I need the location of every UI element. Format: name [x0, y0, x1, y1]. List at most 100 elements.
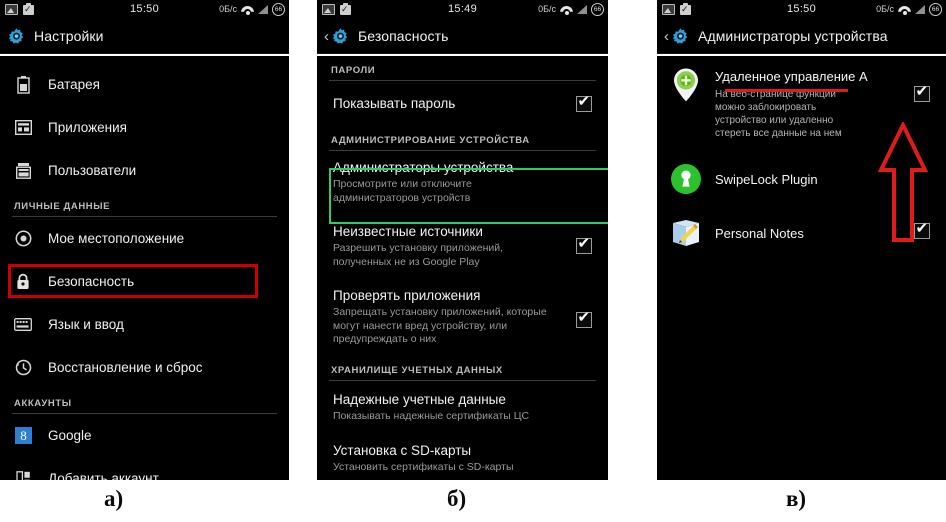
signal-icon: [577, 5, 587, 14]
section-header-credentials: ХРАНИЛИЩЕ УЧЕТНЫХ ДАННЫХ: [331, 364, 503, 376]
sidebar-item-label: Пользователи: [48, 163, 137, 178]
admin-row-title: SwipeLock Plugin: [715, 171, 818, 187]
page-title: Настройки: [34, 28, 104, 44]
notes-pencil-icon: [669, 216, 703, 250]
sidebar-item-apps[interactable]: Приложения: [0, 106, 289, 149]
sidebar-item-label: Безопасность: [48, 274, 135, 289]
sidebar-item-label: Приложения: [48, 120, 127, 135]
admin-row-swipelock[interactable]: SwipeLock Plugin: [657, 148, 946, 204]
section-header-personal: ЛИЧНЫЕ ДАННЫЕ: [14, 201, 111, 212]
action-bar-b: ‹ Безопасность: [317, 19, 608, 54]
remote-control-underline: [725, 89, 848, 92]
remote-control-checkbox[interactable]: [914, 84, 930, 102]
row-title: Установка с SD-карты: [333, 443, 472, 458]
sidebar-item-add-account[interactable]: Добавить аккаунт: [0, 457, 289, 480]
row-subtitle: Установить сертификаты с SD-карты: [333, 461, 514, 473]
battery-icon: 66: [929, 3, 942, 16]
row-trusted-credentials[interactable]: Надежные учетные данные Показывать надеж…: [317, 381, 608, 433]
status-bar-right-icons: 0Б/c 66: [219, 0, 285, 19]
svg-text:8: 8: [20, 428, 27, 443]
sidebar-item-users[interactable]: Пользователи: [0, 149, 289, 192]
admin-row-text: SwipeLock Plugin: [715, 171, 818, 188]
wifi-icon: [898, 5, 911, 15]
row-title: Показывать пароль: [333, 96, 456, 111]
admin-row-title: Personal Notes: [715, 225, 804, 241]
sidebar-item-language-input[interactable]: Язык и ввод: [0, 303, 289, 346]
admin-row-remote-control[interactable]: Удаленное управление А На веб-странице ф…: [657, 56, 946, 148]
verify-apps-checkbox[interactable]: [576, 310, 592, 328]
status-bar-c: 15:50 0Б/c 66: [657, 0, 946, 19]
row-subtitle: Показывать надежные сертификаты ЦС: [333, 409, 530, 422]
caption-b: б): [447, 486, 467, 511]
admin-row-personal-notes[interactable]: Personal Notes: [657, 204, 946, 258]
row-show-password[interactable]: Показывать пароль: [317, 81, 608, 126]
sidebar-item-my-location[interactable]: Мое местоположение: [0, 217, 289, 260]
keyhole-icon: [669, 162, 703, 196]
row-unknown-sources[interactable]: Неизвестные источники Разрешить установк…: [317, 214, 608, 278]
settings-gear-icon: [331, 27, 350, 46]
sidebar-item-label: Восстановление и сброс: [48, 360, 203, 375]
page-title: Безопасность: [358, 28, 449, 44]
location-pin-icon: [669, 68, 703, 102]
back-icon[interactable]: ‹: [664, 29, 669, 44]
settings-gear-icon: [7, 27, 26, 46]
sidebar-item-google[interactable]: 8 Google: [0, 414, 289, 457]
row-device-administrators[interactable]: Администраторы устройства Просмотрите ил…: [317, 151, 608, 214]
device-admin-list: Удаленное управление А На веб-странице ф…: [657, 56, 946, 480]
status-bar-right-icons: 0Б/c 66: [876, 0, 942, 19]
back-icon[interactable]: ‹: [324, 29, 329, 44]
row-title: Проверять приложения: [333, 288, 481, 303]
caption-a: а): [104, 486, 124, 511]
section-header-accounts: АККАУНТЫ: [14, 398, 72, 409]
row-title: Администраторы устройства: [333, 160, 514, 175]
row-title: Неизвестные источники: [333, 224, 483, 239]
phone-screen-a: 15:50 0Б/c 66 Настройки: [0, 0, 289, 480]
sidebar-item-label: Google: [48, 428, 92, 443]
battery-icon: 66: [272, 3, 285, 16]
row-subtitle: Просмотрите или отключите администраторо…: [333, 178, 472, 204]
status-bar-a: 15:50 0Б/c 66: [0, 0, 289, 19]
google-icon: 8: [14, 427, 32, 445]
admin-row-title: Удаленное управление А: [715, 69, 868, 84]
status-bar-b: 15:49 0Б/c 66: [317, 0, 608, 19]
signal-icon: [258, 5, 268, 14]
restore-icon: [14, 359, 32, 377]
row-install-from-sdcard[interactable]: Установка с SD-карты Установить сертифик…: [317, 432, 608, 480]
admin-row-subtitle: На веб-странице функции можно заблокиров…: [715, 89, 842, 139]
data-rate-label: 0Б/c: [538, 4, 556, 14]
wifi-icon: [241, 5, 254, 15]
signal-icon: [915, 5, 925, 14]
sidebar-item-label: Добавить аккаунт: [48, 471, 159, 480]
phone-screen-b: 15:49 0Б/c 66 ‹ Безопасность ПАРОЛИ: [317, 0, 608, 480]
row-subtitle: Запрещать установку приложений, которые …: [333, 306, 547, 345]
section-header-device-admin: АДМИНИСТРИРОВАНИЕ УСТРОЙСТВА: [331, 135, 530, 146]
data-rate-label: 0Б/c: [219, 4, 237, 14]
admin-row-text: Personal Notes: [715, 225, 804, 242]
unknown-sources-checkbox[interactable]: [576, 236, 592, 254]
keyboard-icon: [14, 316, 32, 334]
figure-canvas: 15:50 0Б/c 66 Настройки: [0, 0, 946, 522]
sidebar-item-label: Батарея: [48, 77, 100, 92]
sidebar-item-backup-reset[interactable]: Восстановление и сброс: [0, 346, 289, 389]
sidebar-item-label: Мое местоположение: [48, 231, 185, 246]
action-bar-c: ‹ Администраторы устройства: [657, 19, 946, 54]
admin-row-text: Удаленное управление А На веб-странице ф…: [715, 68, 868, 140]
sidebar-item-security[interactable]: Безопасность: [0, 260, 289, 303]
data-rate-label: 0Б/c: [876, 4, 894, 14]
apps-icon: [14, 119, 32, 137]
lock-icon: [14, 273, 32, 291]
page-title: Администраторы устройства: [698, 28, 888, 44]
phone-screen-c: 15:50 0Б/c 66 ‹ Администраторы устройств…: [657, 0, 946, 480]
sidebar-item-label: Язык и ввод: [48, 317, 124, 332]
settings-list-a: Батарея Приложения Пользователи ЛИЧНЫЕ Д…: [0, 56, 289, 480]
sidebar-item-battery[interactable]: Батарея: [0, 63, 289, 106]
row-verify-apps[interactable]: Проверять приложения Запрещать установку…: [317, 278, 608, 356]
section-header-passwords: ПАРОЛИ: [331, 65, 376, 76]
wifi-icon: [560, 5, 573, 15]
show-password-checkbox[interactable]: [576, 94, 592, 112]
caption-c: в): [786, 486, 807, 511]
add-account-icon: [14, 470, 32, 480]
action-bar-a: Настройки: [0, 19, 289, 54]
personal-notes-checkbox[interactable]: [914, 221, 930, 239]
row-subtitle: Разрешить установку приложений, полученн…: [333, 242, 504, 268]
